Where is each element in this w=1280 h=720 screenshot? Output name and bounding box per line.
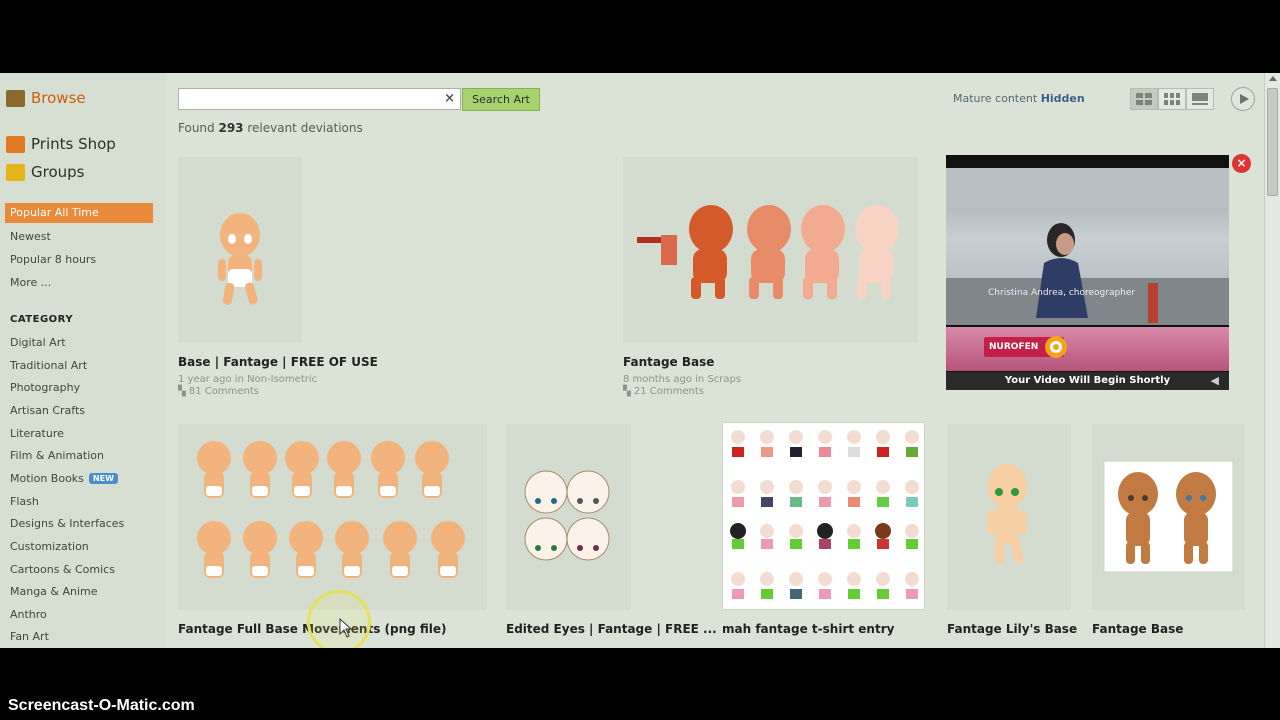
clear-search-icon[interactable]: × — [444, 91, 455, 106]
letterbox-top — [0, 0, 1280, 73]
search-art-button[interactable]: Search Art — [462, 88, 540, 111]
category-literature[interactable]: Literature — [10, 427, 64, 440]
ad-video-image — [946, 168, 1229, 325]
page-scrollbar[interactable] — [1264, 73, 1280, 648]
browse-label: Browse — [31, 89, 86, 107]
deviation-thumbnail-5[interactable] — [722, 422, 925, 610]
category-digital-art[interactable]: Digital Art — [10, 336, 66, 349]
results-suffix: relevant deviations — [243, 121, 363, 135]
scrollbar-thumb[interactable] — [1267, 88, 1278, 196]
category-motion-books[interactable]: Motion Books NEW — [10, 472, 118, 485]
mouse-pointer-icon — [339, 618, 353, 638]
ad-caption: Christina Andrea, choreographer — [988, 288, 1136, 298]
tshirt-entries-image — [730, 430, 919, 599]
scroll-up-icon[interactable] — [1269, 76, 1277, 81]
edited-eyes-image — [524, 470, 610, 561]
comment-icon: ▚ — [178, 386, 189, 397]
results-count: Found 293 relevant deviations — [178, 121, 363, 135]
category-manga-anime[interactable]: Manga & Anime — [10, 585, 98, 598]
ad-banner[interactable]: NUROFEN — [946, 327, 1229, 371]
skin-tone-bases-image — [637, 205, 899, 299]
grid-view-button[interactable] — [1158, 88, 1186, 110]
results-number: 293 — [218, 121, 244, 135]
category-photography[interactable]: Photography — [10, 381, 80, 394]
search-input[interactable]: × — [178, 88, 461, 110]
close-ad-button[interactable]: × — [1232, 154, 1251, 173]
mature-content-filter[interactable]: Mature content Hidden — [953, 92, 1085, 105]
mature-value: Hidden — [1040, 92, 1085, 105]
brown-base-image — [1103, 460, 1234, 573]
deviation-title-4[interactable]: Edited Eyes | Fantage | FREE ... — [506, 622, 717, 636]
deviation-thumbnail-4[interactable] — [506, 424, 631, 610]
comment-icon: ▚ — [623, 386, 634, 397]
category-cartoons-comics[interactable]: Cartoons & Comics — [10, 563, 115, 576]
sort-popular-8-hours[interactable]: Popular 8 hours — [10, 253, 96, 266]
sidebar: Browse Prints Shop Groups Popular All Ti… — [0, 73, 165, 648]
category-flash[interactable]: Flash — [10, 495, 39, 508]
new-badge: NEW — [88, 473, 118, 484]
deviation-thumbnail-1[interactable] — [178, 157, 302, 343]
deviation-thumbnail-7[interactable] — [1092, 424, 1245, 610]
ad-video-frame[interactable]: Christina Andrea, choreographer — [946, 168, 1229, 325]
movement-bases-image — [197, 441, 465, 578]
deviation-comments-2[interactable]: ▚ 21 Comments — [623, 386, 704, 397]
shopping-bag-icon — [6, 135, 25, 153]
detail-view-button[interactable] — [1186, 88, 1214, 110]
browser-page: Browse Prints Shop Groups Popular All Ti… — [0, 73, 1280, 648]
list-view-icon — [1136, 93, 1152, 105]
groups-label: Groups — [31, 163, 85, 181]
deviation-thumbnail-3[interactable] — [178, 424, 487, 610]
category-anthro[interactable]: Anthro — [10, 608, 47, 621]
category-fan-art[interactable]: Fan Art — [10, 630, 49, 643]
category-motion-books-label: Motion Books — [10, 472, 84, 485]
mute-icon[interactable]: ◀ — [1211, 372, 1219, 390]
ad-status-bar: Your Video Will Begin Shortly ◀ — [946, 372, 1229, 390]
lily-base-image — [987, 464, 1027, 564]
prints-shop-link[interactable]: Prints Shop — [6, 135, 116, 153]
groups-link[interactable]: Groups — [6, 163, 84, 181]
recorder-watermark: Screencast-O-Matic.com — [8, 697, 195, 714]
category-traditional-art[interactable]: Traditional Art — [10, 359, 87, 372]
sort-more[interactable]: More ... — [10, 276, 51, 289]
category-artisan-crafts[interactable]: Artisan Crafts — [10, 404, 85, 417]
mature-label: Mature content — [953, 92, 1041, 105]
deviation-thumbnail-6[interactable] — [947, 424, 1071, 610]
deviation-thumbnail-2[interactable] — [623, 157, 918, 343]
deviation-time-2: 8 months ago in Scraps — [623, 374, 742, 385]
browse-link[interactable]: Browse — [6, 89, 86, 107]
groups-house-icon — [6, 163, 25, 181]
slideshow-play-button[interactable] — [1231, 87, 1255, 111]
deviation-title-7[interactable]: Fantage Base — [1092, 622, 1183, 636]
detail-view-icon — [1192, 93, 1208, 105]
browse-icon — [6, 89, 25, 107]
results-prefix: Found — [178, 121, 219, 135]
deviation-title-6[interactable]: Fantage Lily's Base — [947, 622, 1077, 636]
nurofen-target-icon — [1045, 336, 1067, 358]
sort-newest[interactable]: Newest — [10, 230, 51, 243]
grid-view-icon — [1164, 93, 1180, 105]
base-figure-image — [218, 213, 262, 305]
deviation-title-1[interactable]: Base | Fantage | FREE OF USE — [178, 355, 378, 369]
category-heading: CATEGORY — [10, 314, 74, 325]
deviation-time-1: 1 year ago in Non-Isometric — [178, 374, 318, 385]
comments-text-1: 81 Comments — [188, 386, 259, 397]
deviation-title-5[interactable]: mah fantage t-shirt entry — [722, 622, 894, 636]
category-film-animation[interactable]: Film & Animation — [10, 449, 104, 462]
list-view-button[interactable] — [1130, 88, 1158, 110]
prints-shop-label: Prints Shop — [31, 135, 116, 153]
sort-popular-all-time[interactable]: Popular All Time — [5, 203, 153, 223]
ad-status-text: Your Video Will Begin Shortly — [1004, 375, 1171, 386]
category-customization[interactable]: Customization — [10, 540, 89, 553]
deviation-comments-1[interactable]: ▚ 81 Comments — [178, 386, 259, 397]
deviation-title-2[interactable]: Fantage Base — [623, 355, 714, 369]
view-mode-buttons — [1130, 88, 1214, 110]
comments-text-2: 21 Comments — [633, 386, 704, 397]
video-ad[interactable]: Christina Andrea, choreographer NUROFEN … — [946, 155, 1229, 390]
category-designs-interfaces[interactable]: Designs & Interfaces — [10, 517, 124, 530]
